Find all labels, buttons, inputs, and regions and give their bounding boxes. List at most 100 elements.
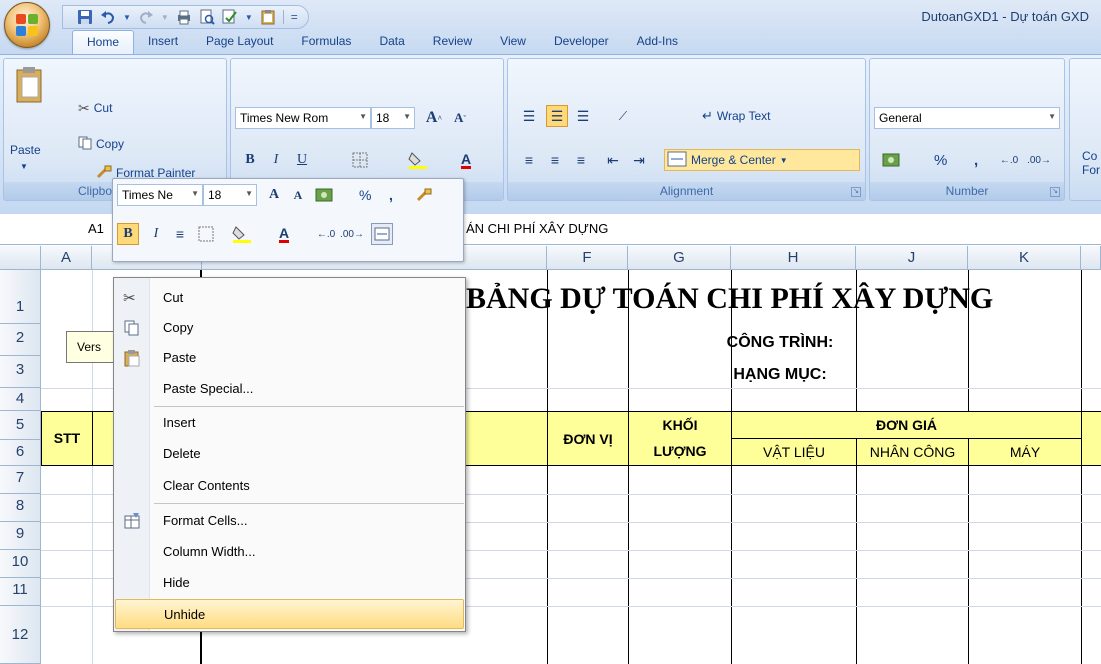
column-header-partial[interactable] — [1081, 246, 1101, 270]
menu-item-copy[interactable]: Copy — [115, 313, 464, 343]
print-icon[interactable] — [176, 9, 192, 25]
spelling-dropdown-icon[interactable]: ▼ — [245, 13, 253, 22]
row-header-2[interactable]: 2 — [0, 324, 41, 356]
borders-icon[interactable] — [349, 149, 371, 171]
align-middle-icon[interactable]: ☰ — [546, 105, 568, 127]
tab-view[interactable]: View — [486, 30, 540, 54]
save-icon[interactable] — [77, 9, 93, 25]
tab-review[interactable]: Review — [419, 30, 486, 54]
column-header-f[interactable]: F — [547, 246, 628, 270]
align-top-icon[interactable]: ☰ — [518, 105, 540, 127]
menu-item-paste-special[interactable]: Paste Special... — [115, 374, 464, 404]
spelling-icon[interactable] — [222, 9, 238, 25]
number-format-combo[interactable]: General ▼ — [874, 107, 1060, 129]
column-header-j[interactable]: J — [856, 246, 968, 270]
mini-font-color-icon[interactable]: A — [273, 223, 295, 245]
column-header-k[interactable]: K — [968, 246, 1081, 270]
menu-item-paste[interactable]: Paste — [115, 343, 464, 373]
row-header-3[interactable]: 3 — [0, 356, 41, 388]
mini-format-painter-icon[interactable] — [413, 184, 435, 206]
mini-bold-icon[interactable]: B — [117, 223, 139, 245]
undo-dropdown-icon[interactable]: ▼ — [123, 13, 131, 22]
menu-item-unhide[interactable]: Unhide — [115, 599, 464, 629]
merge-center-button[interactable]: Merge & Center ▼ — [664, 149, 860, 171]
font-color-icon[interactable]: A — [455, 149, 477, 171]
paste-icon[interactable] — [12, 63, 46, 107]
orientation-icon[interactable]: ⟋ — [612, 105, 634, 127]
redo-dropdown-icon[interactable]: ▼ — [161, 13, 169, 22]
align-bottom-icon[interactable]: ☰ — [572, 105, 594, 127]
menu-item-format-cells[interactable]: Format Cells... — [115, 506, 464, 536]
header-may[interactable]: MÁY — [968, 438, 1082, 466]
menu-item-delete[interactable]: Delete — [115, 439, 464, 469]
tab-formulas[interactable]: Formulas — [287, 30, 365, 54]
wrap-text-button[interactable]: ↵ Wrap Text — [702, 105, 770, 127]
tab-data[interactable]: Data — [365, 30, 418, 54]
header-luong[interactable]: LƯỢNG — [628, 438, 732, 466]
mini-fill-color-icon[interactable] — [231, 223, 253, 245]
redo-icon[interactable] — [138, 9, 154, 25]
mini-comma-button[interactable]: , — [389, 184, 393, 206]
accounting-format-icon[interactable] — [876, 149, 906, 171]
mini-increase-decimal-icon[interactable]: ←.0 — [315, 223, 337, 245]
tab-add-ins[interactable]: Add-Ins — [623, 30, 692, 54]
tab-insert[interactable]: Insert — [134, 30, 192, 54]
font-size-combo[interactable]: 18 ▼ — [371, 107, 415, 129]
row-header-1[interactable]: 1 — [0, 270, 41, 324]
mini-merge-center-icon[interactable] — [371, 223, 393, 245]
header-don-vi[interactable]: ĐƠN VỊ — [547, 411, 629, 466]
align-right-icon[interactable]: ≡ — [570, 149, 592, 171]
tab-developer[interactable]: Developer — [540, 30, 623, 54]
mini-center-icon[interactable]: ≡ — [169, 223, 191, 245]
underline-icon[interactable]: U — [291, 149, 313, 171]
mini-shrink-font-icon[interactable]: A — [287, 184, 309, 206]
grow-font-icon[interactable]: A ^ — [423, 107, 445, 129]
decrease-indent-icon[interactable]: ⇤ — [602, 149, 624, 171]
menu-item-insert[interactable]: Insert — [115, 408, 464, 438]
mini-italic-icon[interactable]: I — [145, 223, 167, 245]
decrease-decimal-icon[interactable]: .00→ — [1027, 149, 1051, 171]
office-button[interactable] — [4, 2, 50, 48]
cong-trinh-label[interactable]: CÔNG TRÌNH: — [640, 334, 920, 352]
row-header-4[interactable]: 4 — [0, 388, 41, 411]
mini-borders-icon[interactable] — [195, 223, 217, 245]
row-header-9[interactable]: 9 — [0, 522, 41, 550]
print-preview-icon[interactable] — [199, 9, 215, 25]
formula-input[interactable]: ÁN CHI PHÍ XÂY DỰNG — [466, 221, 608, 236]
header-khoi[interactable]: KHỐI — [628, 411, 732, 439]
sheet-title[interactable]: BẢNG DỰ TOÁN CHI PHÍ XÂY DỰNG — [466, 282, 1086, 316]
mini-percent-button[interactable]: % — [359, 184, 371, 206]
align-left-icon[interactable]: ≡ — [518, 149, 540, 171]
column-header-g[interactable]: G — [628, 246, 731, 270]
tab-home[interactable]: Home — [72, 30, 135, 54]
row-header-7[interactable]: 7 — [0, 466, 41, 494]
clipboard-icon[interactable] — [260, 9, 276, 25]
format-as-table-button[interactable]: For — [1082, 159, 1100, 181]
cut-button[interactable]: ✂ Cut — [78, 97, 112, 119]
row-header-8[interactable]: 8 — [0, 494, 41, 522]
fill-color-icon[interactable] — [407, 149, 429, 171]
percent-style-button[interactable]: % — [934, 149, 947, 171]
mini-grow-font-icon[interactable]: A — [263, 184, 285, 206]
number-launcher-icon[interactable]: ↘ — [1050, 187, 1060, 197]
header-stt[interactable]: STT — [41, 411, 93, 466]
header-cell-partial[interactable] — [1081, 411, 1101, 466]
undo-icon[interactable] — [100, 9, 116, 25]
increase-decimal-icon[interactable]: ←.0 — [998, 149, 1020, 171]
row-header-5[interactable]: 5 — [0, 411, 41, 440]
bold-icon[interactable]: B — [239, 149, 261, 171]
column-header-a[interactable]: A — [41, 246, 92, 270]
row-header-6[interactable]: 6 — [0, 440, 41, 466]
header-don-gia[interactable]: ĐƠN GIÁ — [731, 411, 1082, 439]
center-icon[interactable]: ≡ — [544, 149, 566, 171]
menu-item-clear-contents[interactable]: Clear Contents — [115, 471, 464, 501]
row-header-12[interactable]: 12 — [0, 606, 41, 664]
alignment-launcher-icon[interactable]: ↘ — [851, 187, 861, 197]
comma-style-button[interactable]: , — [974, 149, 978, 171]
menu-item-column-width[interactable]: Column Width... — [115, 537, 464, 567]
shrink-font-icon[interactable]: Aˇ — [449, 107, 471, 129]
menu-item-hide[interactable]: Hide — [115, 568, 464, 598]
mini-font-size-combo[interactable]: 18 ▼ — [203, 184, 257, 206]
font-name-combo[interactable]: Times New Rom ▼ — [235, 107, 371, 129]
increase-indent-icon[interactable]: ⇥ — [628, 149, 650, 171]
